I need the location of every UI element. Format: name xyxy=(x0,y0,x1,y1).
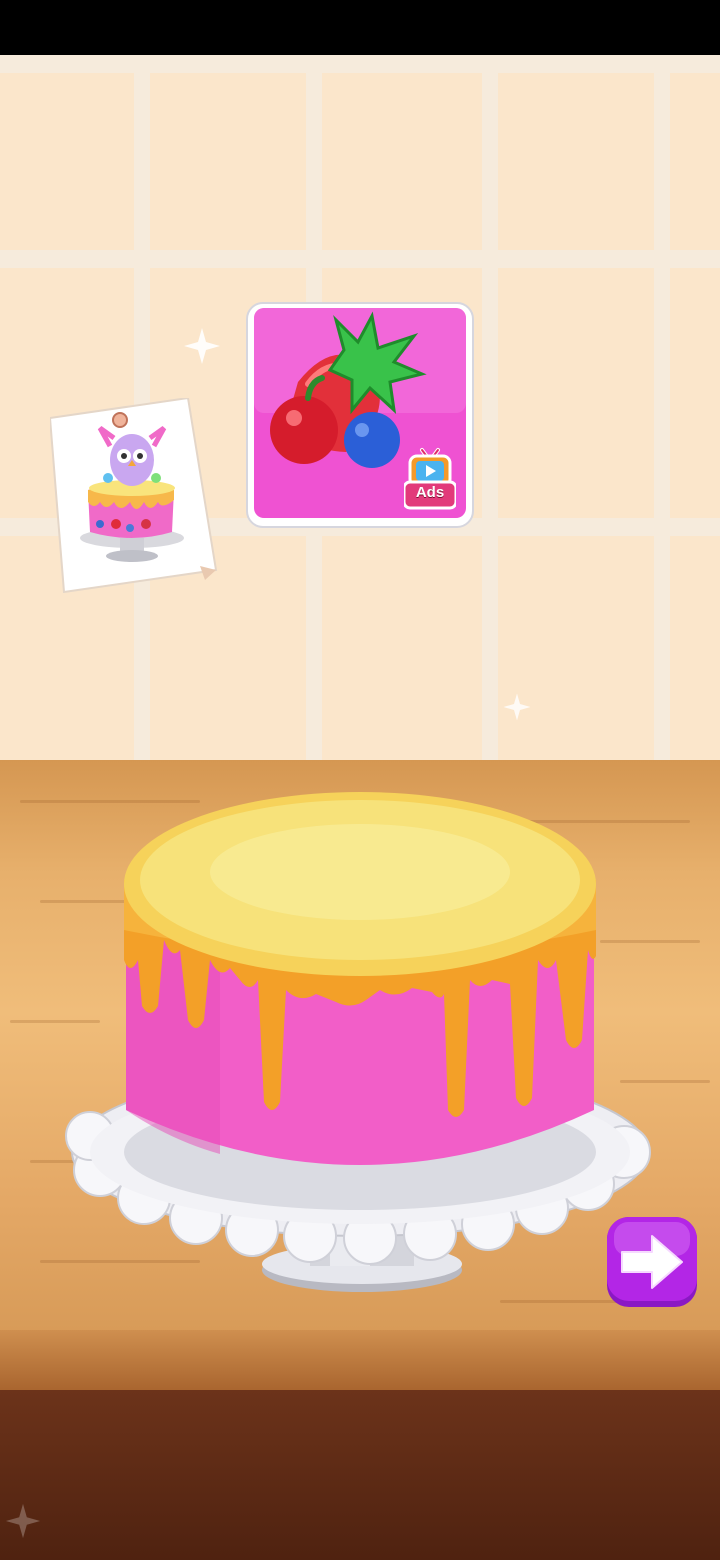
next-button[interactable] xyxy=(604,1214,700,1310)
counter-edge xyxy=(0,1330,720,1392)
cake[interactable] xyxy=(60,780,660,1300)
floor xyxy=(0,1390,720,1560)
recipe-card[interactable] xyxy=(50,398,218,593)
video-ad-icon xyxy=(402,448,458,510)
status-bar xyxy=(0,0,720,55)
ads-badge[interactable]: Ads xyxy=(402,442,458,512)
sparkle-icon xyxy=(5,1503,41,1539)
ads-label: Ads xyxy=(415,484,445,501)
sparkle-icon xyxy=(184,328,220,364)
sparkle-icon xyxy=(503,693,531,721)
